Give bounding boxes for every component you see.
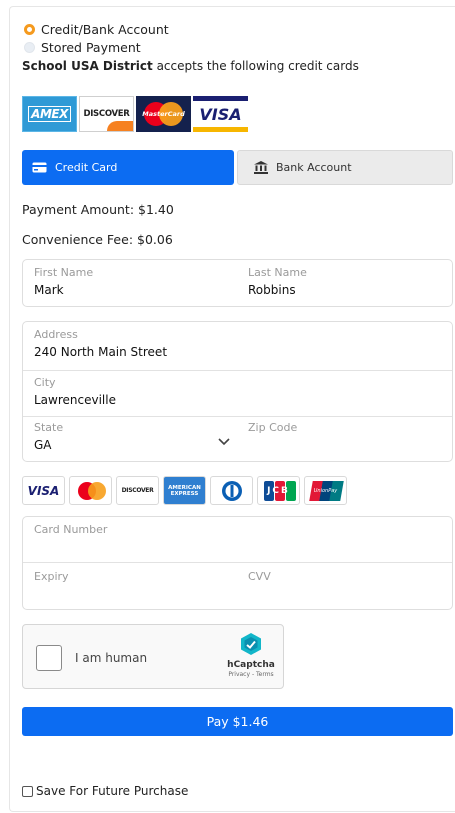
hcaptcha-links[interactable]: Privacy - Terms [223, 671, 279, 678]
name-fields: First Name Mark Last Name Robbins [22, 259, 453, 307]
payment-method-tabs: Credit Card Bank Account [22, 150, 453, 185]
amex-logo-text: AMEX [28, 106, 71, 122]
city-input[interactable]: Lawrenceville [34, 393, 434, 407]
visa-logo-text: VISA [199, 104, 242, 124]
discover-logo-text: DISCOVER [83, 109, 130, 119]
hcaptcha-name: hCaptcha [227, 660, 275, 670]
first-name-label: First Name [34, 266, 94, 279]
last-name-field[interactable]: Last Name Robbins [248, 266, 448, 297]
first-name-input[interactable]: Mark [34, 283, 234, 297]
radio-unselected-indicator[interactable] [24, 42, 35, 53]
accepted-cards-note: School USA District accepts the followin… [22, 59, 359, 73]
visa-logo: VISA [193, 96, 248, 132]
hcaptcha-widget: I am human hCaptcha Privacy - Terms [22, 624, 284, 689]
unionpay-card-logo: UnionPay [304, 476, 347, 505]
divider [23, 416, 452, 417]
expiry-field[interactable]: Expiry [34, 570, 234, 606]
accepted-brand-logos: AMEX DISCOVER MasterCard VISA [22, 96, 248, 132]
tab-bank-account-label: Bank Account [276, 161, 352, 174]
address-label: Address [34, 328, 78, 341]
divider [23, 370, 452, 371]
address-fields: Address 240 North Main Street City Lawre… [22, 321, 453, 462]
mastercard-orange-circle-icon [88, 482, 106, 500]
cvv-field[interactable]: CVV [248, 570, 448, 606]
amex-card-logo-bottom: EXPRESS [170, 490, 199, 497]
radio-credit-bank[interactable]: Credit/Bank Account [24, 22, 169, 37]
convenience-fee: Convenience Fee: $0.06 [22, 232, 173, 247]
discover-logo: DISCOVER [79, 96, 134, 132]
first-name-field[interactable]: First Name Mark [34, 266, 234, 297]
card-number-label: Card Number [34, 523, 108, 536]
city-field[interactable]: City Lawrenceville [34, 376, 434, 407]
credit-card-icon [32, 162, 47, 173]
address-field[interactable]: Address 240 North Main Street [34, 328, 434, 359]
radio-stored-payment[interactable]: Stored Payment [24, 40, 141, 55]
hcaptcha-brand: hCaptcha Privacy - Terms [223, 633, 279, 678]
radio-stored-payment-label: Stored Payment [41, 40, 141, 55]
mastercard-card-logo [69, 476, 112, 505]
bank-icon [254, 161, 268, 174]
jcb-card-logo-text: JCB [267, 485, 290, 496]
last-name-input[interactable]: Robbins [248, 283, 448, 297]
payment-amount: Payment Amount: $1.40 [22, 202, 174, 217]
chevron-down-icon[interactable] [218, 435, 230, 449]
hcaptcha-logo-icon [241, 633, 261, 655]
diners-club-icon [221, 480, 242, 501]
save-for-future[interactable]: Save For Future Purchase [22, 784, 188, 798]
discover-card-logo: DISCOVER [116, 476, 159, 505]
tab-credit-card-label: Credit Card [55, 161, 118, 174]
save-checkbox[interactable] [22, 785, 33, 797]
discover-card-logo-text: DISCOVER [121, 487, 154, 494]
tab-credit-card[interactable]: Credit Card [22, 150, 234, 185]
accepts-text: accepts the following credit cards [152, 59, 359, 73]
radio-selected-indicator[interactable] [24, 24, 35, 35]
divider [23, 562, 452, 563]
mastercard-logo-text: MasterCard [142, 110, 185, 118]
state-label: State [34, 421, 64, 434]
captcha-label: I am human [75, 651, 148, 665]
card-brand-logos: VISA DISCOVER AMERICAN EXPRESS JCB Union… [22, 476, 347, 505]
radio-credit-bank-label: Credit/Bank Account [41, 22, 169, 37]
state-select[interactable]: State GA [34, 421, 234, 459]
visa-card-logo-text: VISA [27, 483, 60, 498]
cvv-label: CVV [248, 570, 271, 583]
state-value[interactable]: GA [34, 438, 234, 452]
tab-bank-account[interactable]: Bank Account [237, 150, 453, 185]
discover-swoosh-icon [107, 121, 133, 131]
zip-code-field[interactable]: Zip Code [248, 421, 448, 438]
unionpay-card-logo-text: UnionPay [313, 487, 338, 494]
card-fields: Card Number Expiry CVV [22, 516, 453, 610]
address-input[interactable]: 240 North Main Street [34, 345, 434, 359]
visa-card-logo: VISA [22, 476, 65, 505]
captcha-checkbox[interactable] [36, 645, 62, 671]
zip-code-label: Zip Code [248, 421, 298, 434]
jcb-card-logo: JCB [257, 476, 300, 505]
amex-card-logo: AMERICAN EXPRESS [163, 476, 206, 505]
save-label: Save For Future Purchase [36, 784, 189, 798]
city-label: City [34, 376, 56, 389]
pay-button[interactable]: Pay $1.46 [22, 707, 453, 736]
expiry-label: Expiry [34, 570, 69, 583]
amex-logo: AMEX [22, 96, 77, 132]
last-name-label: Last Name [248, 266, 307, 279]
mastercard-logo: MasterCard [136, 96, 191, 132]
diners-club-logo [210, 476, 253, 505]
district-name: School USA District [22, 59, 153, 73]
card-number-field[interactable]: Card Number [34, 523, 434, 559]
